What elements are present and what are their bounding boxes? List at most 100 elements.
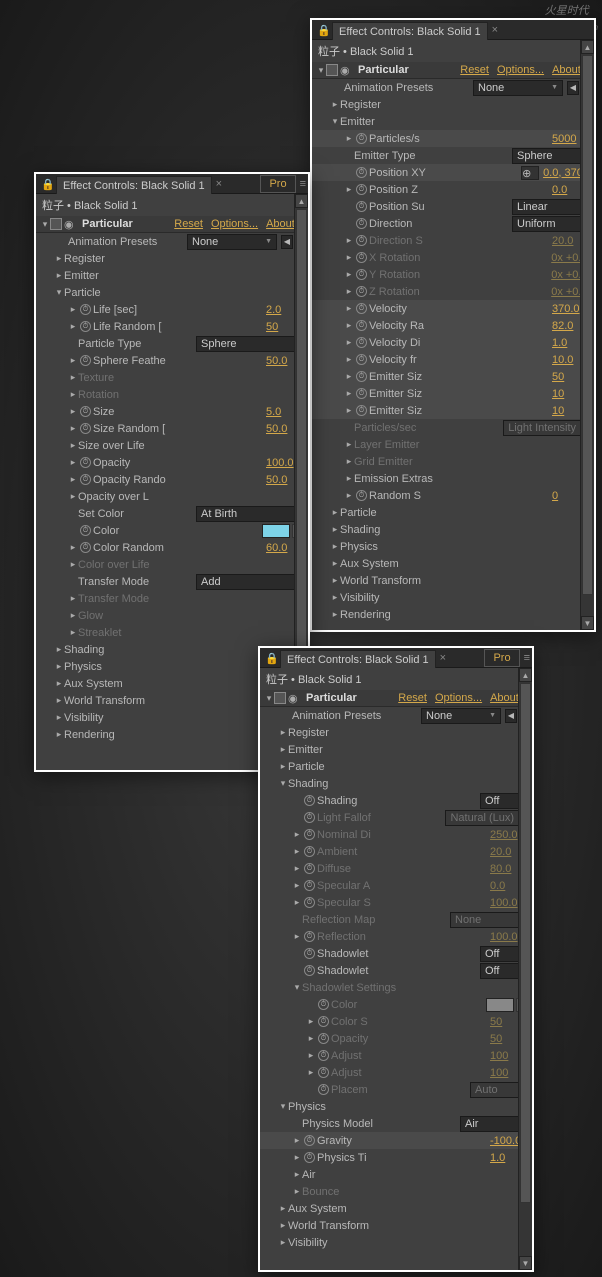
size-over-life-group[interactable]: Size over Life: [78, 440, 306, 452]
stopwatch-icon[interactable]: ⏱: [304, 965, 315, 976]
twirl-icon[interactable]: [40, 219, 50, 229]
streaklet-group[interactable]: Streaklet: [78, 627, 306, 639]
twirl-icon[interactable]: [344, 389, 354, 399]
twirl-icon[interactable]: [278, 745, 288, 755]
twirl-icon[interactable]: [292, 864, 302, 874]
twirl-icon[interactable]: [68, 322, 78, 332]
twirl-icon[interactable]: [292, 830, 302, 840]
stopwatch-icon[interactable]: ⏱: [318, 1067, 329, 1078]
twirl-icon[interactable]: [68, 356, 78, 366]
reset-link[interactable]: Reset: [460, 64, 489, 76]
physics-group[interactable]: Physics: [340, 541, 592, 553]
twirl-icon[interactable]: [68, 407, 78, 417]
stopwatch-icon[interactable]: ⏱: [80, 423, 91, 434]
stopwatch-icon[interactable]: ⏱: [304, 829, 315, 840]
twirl-icon[interactable]: [292, 1170, 302, 1180]
stopwatch-icon[interactable]: ⏱: [356, 354, 367, 365]
twirl-icon[interactable]: [344, 491, 354, 501]
scroll-down-icon[interactable]: ▼: [581, 616, 594, 630]
visibility-group[interactable]: Visibility: [340, 592, 592, 604]
aux-group[interactable]: Aux System: [340, 558, 592, 570]
anim-presets-dropdown[interactable]: None: [187, 234, 277, 250]
set-color-dropdown[interactable]: At Birth: [196, 506, 306, 522]
twirl-icon[interactable]: [68, 611, 78, 621]
twirl-icon[interactable]: [54, 662, 64, 672]
stopwatch-icon[interactable]: ⏱: [80, 474, 91, 485]
twirl-icon[interactable]: [330, 559, 340, 569]
stopwatch-icon[interactable]: ⏱: [80, 321, 91, 332]
shading-group[interactable]: Shading: [288, 778, 530, 790]
twirl-icon[interactable]: [344, 440, 354, 450]
twirl-icon[interactable]: [278, 762, 288, 772]
particle-group[interactable]: Particle: [340, 507, 592, 519]
stopwatch-icon[interactable]: ⏱: [356, 218, 367, 229]
twirl-icon[interactable]: [292, 1153, 302, 1163]
twirl-icon[interactable]: [306, 1051, 316, 1061]
stopwatch-icon[interactable]: ⏱: [304, 846, 315, 857]
menu-icon[interactable]: ≡: [300, 178, 306, 190]
stopwatch-icon[interactable]: ⏱: [356, 388, 367, 399]
twirl-icon[interactable]: [330, 100, 340, 110]
twirl-icon[interactable]: [68, 373, 78, 383]
lock-icon[interactable]: 🔒: [41, 178, 53, 190]
twirl-icon[interactable]: [306, 1017, 316, 1027]
twirl-icon[interactable]: [292, 847, 302, 857]
twirl-icon[interactable]: [330, 593, 340, 603]
fx-eye-icon[interactable]: ◉: [288, 692, 302, 704]
fx-eye-icon[interactable]: ◉: [340, 64, 354, 76]
twirl-icon[interactable]: [316, 65, 326, 75]
twirl-icon[interactable]: [68, 441, 78, 451]
twirl-icon[interactable]: [278, 1221, 288, 1231]
tab-effect-controls[interactable]: Effect Controls: Black Solid 1: [280, 650, 436, 668]
twirl-icon[interactable]: [330, 525, 340, 535]
twirl-icon[interactable]: [344, 304, 354, 314]
stopwatch-icon[interactable]: ⏱: [80, 304, 91, 315]
fx-eye-icon[interactable]: ◉: [64, 218, 78, 230]
stopwatch-icon[interactable]: ⏱: [318, 1016, 329, 1027]
scroll-up-icon[interactable]: ▲: [295, 194, 308, 208]
stopwatch-icon[interactable]: ⏱: [318, 1050, 329, 1061]
twirl-icon[interactable]: [330, 508, 340, 518]
twirl-icon[interactable]: [54, 679, 64, 689]
options-link[interactable]: Options...: [211, 218, 258, 230]
twirl-icon[interactable]: [306, 1068, 316, 1078]
stopwatch-icon[interactable]: ⏱: [304, 931, 315, 942]
twirl-icon[interactable]: [330, 542, 340, 552]
twirl-icon[interactable]: [330, 610, 340, 620]
twirl-icon[interactable]: [278, 1102, 288, 1112]
stopwatch-icon[interactable]: ⏱: [356, 201, 367, 212]
stopwatch-icon[interactable]: ⏱: [356, 269, 367, 280]
twirl-icon[interactable]: [68, 458, 78, 468]
stopwatch-icon[interactable]: ⏱: [80, 542, 91, 553]
twirl-icon[interactable]: [54, 271, 64, 281]
emitter-group[interactable]: Emitter: [340, 116, 592, 128]
fx-toggle[interactable]: [50, 218, 62, 230]
twirl-icon[interactable]: [344, 406, 354, 416]
twirl-icon[interactable]: [344, 372, 354, 382]
world-group[interactable]: World Transform: [288, 1220, 530, 1232]
twirl-icon[interactable]: [54, 713, 64, 723]
stopwatch-icon[interactable]: ⏱: [356, 303, 367, 314]
stopwatch-icon[interactable]: ⏱: [356, 133, 367, 144]
reset-link[interactable]: Reset: [398, 692, 427, 704]
anim-presets-dropdown[interactable]: None: [421, 708, 501, 724]
stopwatch-icon[interactable]: ⏱: [318, 999, 329, 1010]
stopwatch-icon[interactable]: ⏱: [356, 184, 367, 195]
twirl-icon[interactable]: [344, 287, 354, 297]
stopwatch-icon[interactable]: ⏱: [356, 371, 367, 382]
stopwatch-icon[interactable]: ⏱: [356, 320, 367, 331]
menu-icon[interactable]: ≡: [524, 652, 530, 664]
twirl-icon[interactable]: [292, 898, 302, 908]
twirl-icon[interactable]: [54, 254, 64, 264]
stopwatch-icon[interactable]: ⏱: [356, 337, 367, 348]
anim-presets-dropdown[interactable]: None: [473, 80, 563, 96]
twirl-icon[interactable]: [68, 543, 78, 553]
rendering-group[interactable]: Rendering: [340, 609, 592, 621]
register-group[interactable]: Register: [340, 99, 592, 111]
stopwatch-icon[interactable]: ⏱: [304, 863, 315, 874]
transfer-mode-dropdown[interactable]: Add: [196, 574, 306, 590]
twirl-icon[interactable]: [330, 576, 340, 586]
stopwatch-icon[interactable]: ⏱: [80, 457, 91, 468]
air-group[interactable]: Air: [302, 1169, 530, 1181]
close-icon[interactable]: ×: [492, 24, 498, 36]
